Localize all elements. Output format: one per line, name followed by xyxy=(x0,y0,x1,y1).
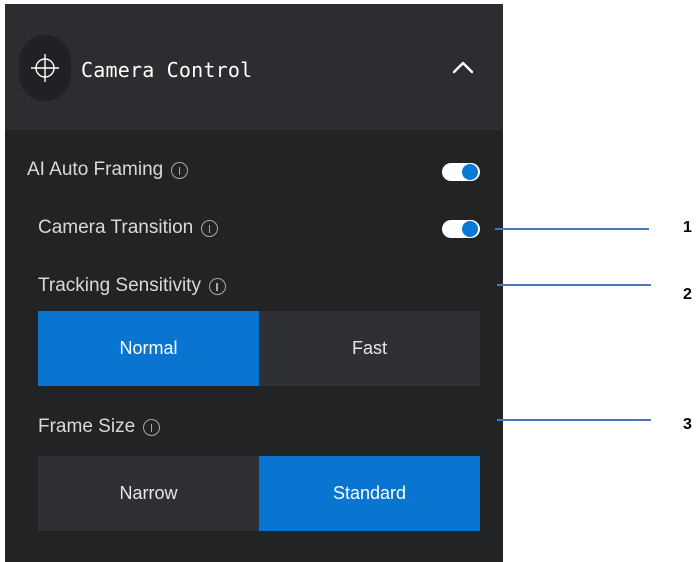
camera-control-icon-badge xyxy=(19,35,71,101)
tracking-sensitivity-row: Tracking Sensitivity xyxy=(38,275,226,297)
tracking-sensitivity-fast-option[interactable]: Fast xyxy=(259,311,480,386)
frame-size-standard-option[interactable]: Standard xyxy=(259,456,480,531)
chevron-up-icon[interactable] xyxy=(451,59,475,75)
camera-transition-label: Camera Transition xyxy=(38,217,194,238)
panel-title: Camera Control xyxy=(81,58,253,82)
frame-size-row: Frame Size xyxy=(38,416,161,438)
callout-number-1: 1 xyxy=(683,219,692,236)
info-icon[interactable] xyxy=(208,277,226,295)
callout-number-3: 3 xyxy=(683,416,692,433)
tracking-sensitivity-segmented-control: Normal Fast xyxy=(38,311,480,386)
camera-control-panel: Camera Control AI Auto Framing Camera Tr… xyxy=(5,4,503,562)
ai-auto-framing-toggle[interactable] xyxy=(442,163,480,181)
camera-transition-toggle[interactable] xyxy=(442,220,480,238)
frame-size-segmented-control: Narrow Standard xyxy=(38,456,480,531)
tracking-sensitivity-label: Tracking Sensitivity xyxy=(38,275,201,296)
panel-header[interactable]: Camera Control xyxy=(5,4,503,130)
info-icon[interactable] xyxy=(201,219,219,237)
tracking-sensitivity-normal-option[interactable]: Normal xyxy=(38,311,259,386)
frame-size-label: Frame Size xyxy=(38,416,136,437)
ai-auto-framing-label: AI Auto Framing xyxy=(27,159,164,180)
toggle-knob xyxy=(462,221,478,237)
crosshair-icon xyxy=(31,54,59,82)
callout-line-1 xyxy=(495,228,649,230)
page: Camera Control AI Auto Framing Camera Tr… xyxy=(0,0,698,562)
info-icon[interactable] xyxy=(143,418,161,436)
ai-auto-framing-row: AI Auto Framing xyxy=(27,159,189,181)
callout-line-2 xyxy=(497,284,651,286)
frame-size-narrow-option[interactable]: Narrow xyxy=(38,456,259,531)
callout-number-2: 2 xyxy=(683,286,692,303)
camera-transition-row: Camera Transition xyxy=(38,217,219,239)
toggle-knob xyxy=(462,164,478,180)
info-icon[interactable] xyxy=(171,161,189,179)
callout-line-3 xyxy=(497,419,651,421)
